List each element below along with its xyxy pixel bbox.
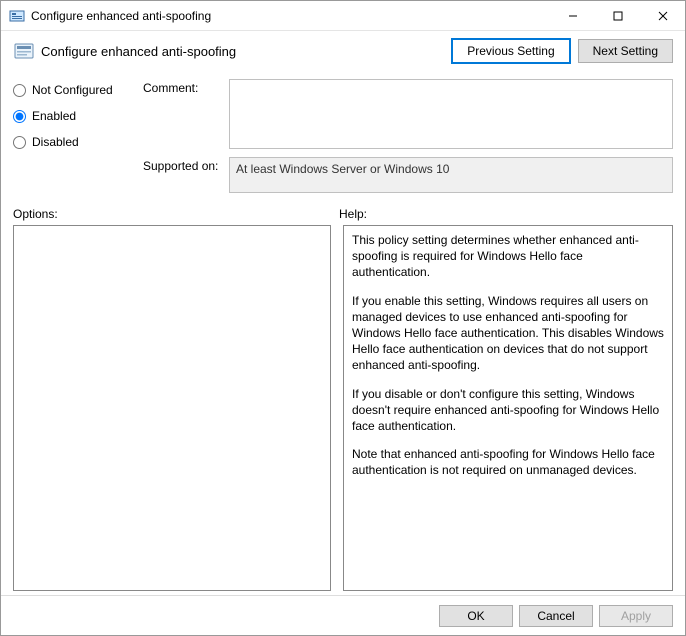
close-button[interactable] (640, 1, 685, 30)
comment-label: Comment: (143, 79, 229, 95)
help-paragraph: This policy setting determines whether e… (352, 232, 664, 281)
radio-label: Not Configured (32, 83, 113, 97)
supported-on-value: At least Windows Server or Windows 10 (229, 157, 673, 193)
state-radio-group: Not Configured Enabled Disabled (13, 79, 143, 193)
comment-input[interactable] (229, 79, 673, 149)
minimize-button[interactable] (550, 1, 595, 30)
previous-setting-button[interactable]: Previous Setting (452, 39, 569, 63)
options-panel (13, 225, 331, 591)
ok-button[interactable]: OK (439, 605, 513, 627)
help-paragraph: If you disable or don't configure this s… (352, 386, 664, 435)
dialog-window: Configure enhanced anti-spoofing Configu… (0, 0, 686, 636)
header-row: Configure enhanced anti-spoofing Previou… (1, 31, 685, 71)
help-panel: This policy setting determines whether e… (343, 225, 673, 591)
radio-disabled[interactable]: Disabled (13, 135, 143, 149)
maximize-button[interactable] (595, 1, 640, 30)
cancel-button[interactable]: Cancel (519, 605, 593, 627)
options-label: Options: (13, 207, 339, 221)
radio-label: Enabled (32, 109, 76, 123)
title-bar: Configure enhanced anti-spoofing (1, 1, 685, 31)
next-setting-button[interactable]: Next Setting (578, 39, 673, 63)
header-title: Configure enhanced anti-spoofing (41, 44, 444, 59)
help-paragraph: Note that enhanced anti-spoofing for Win… (352, 446, 664, 478)
supported-on-label: Supported on: (143, 157, 229, 173)
window-title: Configure enhanced anti-spoofing (31, 9, 550, 23)
radio-not-configured[interactable]: Not Configured (13, 83, 143, 97)
policy-icon (13, 40, 35, 62)
help-label: Help: (339, 207, 367, 221)
apply-button[interactable]: Apply (599, 605, 673, 627)
help-paragraph: If you enable this setting, Windows requ… (352, 293, 664, 374)
radio-enabled[interactable]: Enabled (13, 109, 143, 123)
dialog-footer: OK Cancel Apply (1, 595, 685, 635)
radio-label: Disabled (32, 135, 79, 149)
app-icon (9, 8, 25, 24)
